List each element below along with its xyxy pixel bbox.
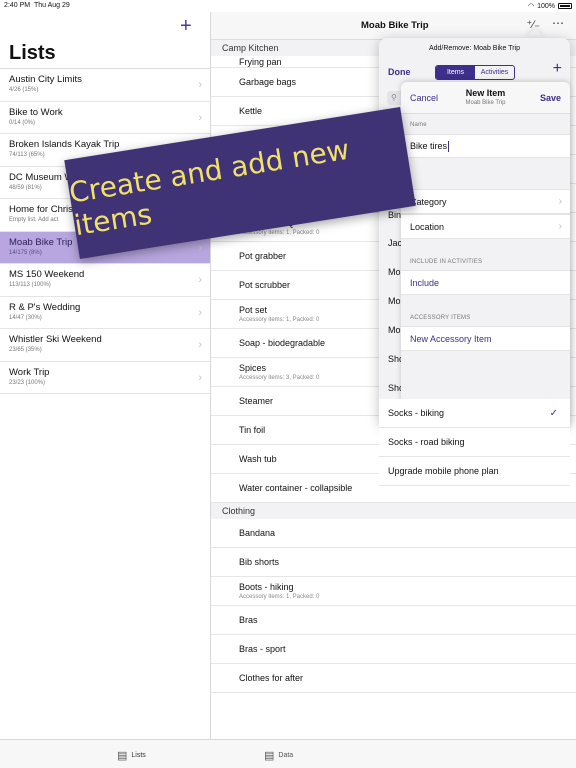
new-accessory-button[interactable]: New Accessory Item bbox=[401, 326, 570, 351]
battery-percent: 100% bbox=[537, 2, 555, 10]
popover-item-row[interactable]: Socks - biking ✓ bbox=[379, 399, 570, 428]
list-item[interactable]: Bike to Work 0/14 (0%) › bbox=[0, 102, 210, 134]
item-subtitle: Accessory items: 1, Packed: 0 bbox=[239, 594, 320, 600]
tab-data-label: Data bbox=[278, 752, 294, 759]
save-button[interactable]: Save bbox=[540, 93, 561, 103]
list-item-progress: 23/65 (35%) bbox=[9, 347, 42, 353]
nav-bar: Moab Bike Trip ⁺∕₋ ⋯ bbox=[211, 12, 576, 40]
item-row[interactable]: Clothes for after bbox=[211, 664, 576, 693]
item-name: Clothes for after bbox=[239, 673, 304, 683]
new-item-sheet: Cancel New Item Moab Bike Trip Save Name… bbox=[401, 82, 570, 428]
include-button[interactable]: Include bbox=[401, 270, 570, 295]
category-row[interactable]: Category › bbox=[401, 189, 570, 214]
chevron-right-icon: › bbox=[558, 221, 562, 232]
list-item-progress: 23/23 (100%) bbox=[9, 379, 46, 386]
name-label: Name bbox=[410, 122, 427, 128]
list-item-title: Work Trip bbox=[9, 366, 50, 378]
list-item-progress: 113/113 (100%) bbox=[9, 282, 51, 288]
item-name: Bras - sport bbox=[239, 644, 286, 654]
wifi-icon: ◠ bbox=[527, 3, 535, 10]
list-item-progress: 0/14 (0%) bbox=[9, 119, 36, 126]
activities-label: INCLUDE IN ACTIVITIES bbox=[410, 259, 483, 265]
section-header: Clothing bbox=[211, 503, 576, 519]
chevron-right-icon: › bbox=[198, 306, 202, 319]
tab-lists-label: Lists bbox=[131, 752, 146, 759]
chevron-right-icon: › bbox=[198, 339, 202, 351]
list-item-title: MS 150 Weekend bbox=[9, 269, 85, 280]
text-cursor bbox=[448, 140, 450, 152]
list-item[interactable]: Work Trip 23/23 (100%) › bbox=[0, 362, 210, 394]
list-item[interactable]: Austin City Limits 4/26 (15%) › bbox=[0, 69, 210, 102]
add-item-button[interactable]: + bbox=[553, 60, 562, 78]
sidebar: + Lists Austin City Limits 4/26 (15%) › Bik… bbox=[0, 12, 211, 739]
chevron-right-icon: › bbox=[198, 371, 202, 384]
chevron-right-icon: › bbox=[198, 79, 202, 91]
list-item[interactable]: Whistler Ski Weekend 23/65 (35%) › bbox=[0, 329, 210, 362]
popover-item-label: Socks - biking bbox=[388, 408, 445, 418]
item-name: Bandana bbox=[239, 528, 276, 538]
item-row[interactable]: Bras bbox=[211, 606, 576, 635]
item-name: Bib shorts bbox=[239, 557, 280, 567]
chevron-right-icon: › bbox=[198, 274, 202, 286]
checkmark-icon: ✓ bbox=[549, 408, 558, 419]
list-item-title: R & P's Wedding bbox=[9, 301, 81, 313]
popover-item-row[interactable]: Upgrade mobile phone plan bbox=[379, 457, 570, 486]
list-item-progress: 4/26 (15%) bbox=[9, 87, 39, 93]
chevron-right-icon: › bbox=[198, 241, 202, 254]
status-time: 2:40 PM bbox=[4, 2, 31, 9]
list-item[interactable]: R & P's Wedding 14/47 (30%) › bbox=[0, 297, 210, 329]
data-tab-icon: ▤ bbox=[264, 750, 275, 762]
item-row[interactable]: Boots - hiking Accessory items: 1, Packed… bbox=[211, 577, 576, 606]
item-name: Bras bbox=[239, 615, 258, 625]
item-name: Boots - hiking bbox=[239, 582, 294, 592]
sheet-nav-bar: Cancel New Item Moab Bike Trip Save bbox=[401, 82, 570, 114]
list-item-title: Whistler Ski Weekend bbox=[9, 334, 102, 345]
nav-title: Moab Bike Trip bbox=[361, 20, 429, 31]
location-row[interactable]: Location › bbox=[401, 214, 570, 239]
segment-activities[interactable]: Activities bbox=[475, 66, 514, 79]
chevron-right-icon: › bbox=[558, 196, 562, 207]
tab-data[interactable]: ▤ Data bbox=[264, 749, 293, 762]
list-item-title: Austin City Limits bbox=[9, 74, 82, 85]
tab-lists[interactable]: ▤ Lists bbox=[117, 749, 146, 762]
popover-item-label: Upgrade mobile phone plan bbox=[388, 466, 499, 476]
name-value: Bike tires bbox=[410, 141, 448, 151]
add-list-button[interactable]: + bbox=[180, 15, 192, 38]
item-row[interactable]: Bandana bbox=[211, 519, 576, 548]
chevron-right-icon: › bbox=[198, 111, 202, 124]
status-date: Thu Aug 29 bbox=[33, 2, 70, 9]
tab-bar: ▤ Lists ▤ Data bbox=[0, 739, 576, 768]
list-item-progress: 14/47 (30%) bbox=[9, 314, 42, 321]
status-bar: 2:40 PM Thu Aug 29 ◠ 100% bbox=[0, 0, 576, 12]
name-field[interactable]: Bike tires bbox=[401, 134, 570, 158]
popover-item-row[interactable]: Socks - road biking bbox=[379, 428, 570, 457]
more-icon[interactable]: ⋯ bbox=[552, 16, 564, 30]
segment-items[interactable]: Items bbox=[436, 66, 475, 79]
item-row[interactable]: Bras - sport bbox=[211, 635, 576, 664]
battery-icon bbox=[558, 3, 572, 9]
popover-item-label: Socks - road biking bbox=[388, 437, 465, 447]
lists-tab-icon: ▤ bbox=[117, 750, 128, 762]
list-item[interactable]: MS 150 Weekend 113/113 (100%) › bbox=[0, 264, 210, 297]
popover-header: Add/Remove: Moab Bike Trip bbox=[428, 45, 521, 52]
item-row[interactable]: Bib shorts bbox=[211, 548, 576, 577]
sidebar-title: Lists bbox=[9, 42, 56, 64]
done-button[interactable]: Done bbox=[388, 67, 411, 77]
accessory-label: ACCESSORY ITEMS bbox=[410, 315, 471, 321]
list-item-title: Bike to Work bbox=[9, 106, 63, 118]
location-label: Location bbox=[410, 221, 445, 232]
segmented-control: Items Activities bbox=[435, 65, 515, 80]
